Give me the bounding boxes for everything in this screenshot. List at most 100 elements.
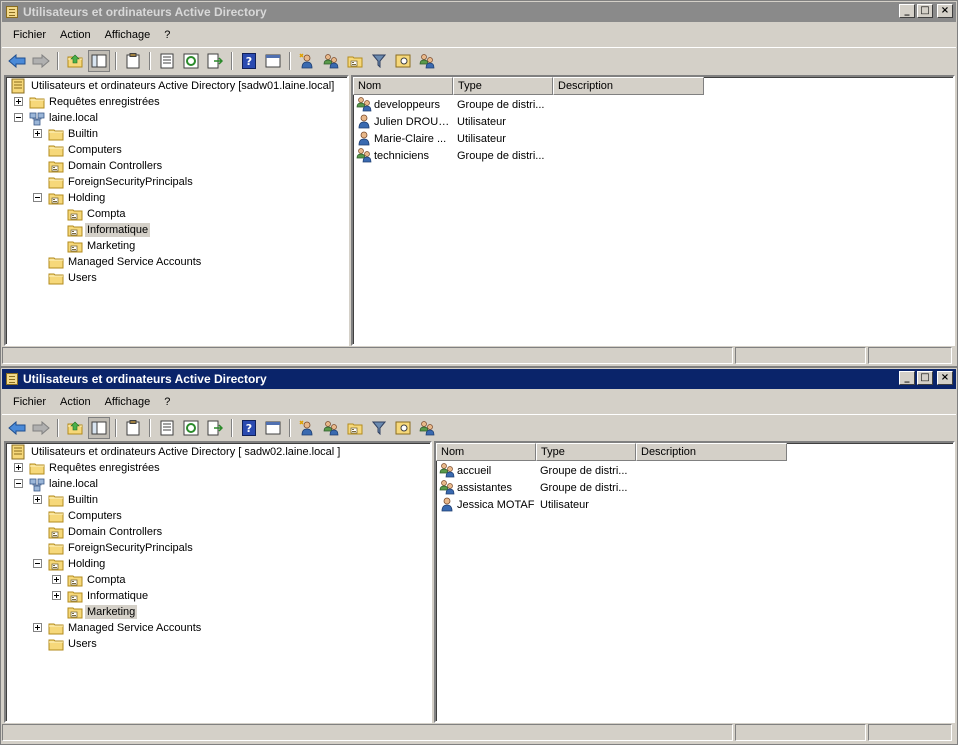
show-hide-tree-icon[interactable]: [88, 416, 110, 439]
tree-item-computers[interactable]: Computers: [8, 142, 347, 158]
list-item[interactable]: Julien DROUET Utilisateur: [353, 113, 953, 130]
column-header-nom[interactable]: Nom: [436, 443, 536, 461]
new-ou-icon[interactable]: [344, 50, 366, 72]
clipboard-icon[interactable]: [122, 417, 144, 439]
collapse-icon[interactable]: [14, 113, 23, 122]
tree-pane[interactable]: Utilisateurs et ordinateurs Active Direc…: [4, 75, 349, 346]
tree-item-msa[interactable]: Managed Service Accounts: [8, 254, 347, 270]
menu-action[interactable]: Action: [53, 29, 98, 41]
collapse-icon[interactable]: [14, 479, 23, 488]
expand-icon[interactable]: [33, 495, 42, 504]
tree-item-marketing[interactable]: Marketing: [8, 238, 347, 254]
tree-item-domain[interactable]: laine.local: [8, 476, 430, 492]
expand-icon[interactable]: [52, 591, 61, 600]
export-list-icon[interactable]: [204, 50, 226, 72]
filter-icon[interactable]: [368, 50, 390, 72]
up-level-icon[interactable]: [64, 50, 86, 72]
list-pane[interactable]: Nom Type Description developpeurs Groupe…: [351, 75, 955, 346]
tree-item-fsp[interactable]: ForeignSecurityPrincipals: [8, 174, 347, 190]
tree-item-users[interactable]: Users: [8, 270, 347, 286]
help-icon[interactable]: ?: [238, 50, 260, 72]
tree-item-saved-queries[interactable]: Requêtes enregistrées: [8, 94, 347, 110]
tree-root[interactable]: Utilisateurs et ordinateurs Active Direc…: [8, 78, 347, 94]
tree-item-builtin[interactable]: Builtin: [8, 492, 430, 508]
back-arrow-icon[interactable]: [6, 417, 28, 439]
column-header-description[interactable]: Description: [636, 443, 787, 461]
menu-fichier[interactable]: Fichier: [6, 29, 53, 41]
collapse-icon[interactable]: [33, 193, 42, 202]
column-header-type[interactable]: Type: [536, 443, 636, 461]
new-user-icon[interactable]: [296, 417, 318, 439]
add-to-group-icon[interactable]: [416, 50, 438, 72]
close-button[interactable]: ×: [937, 371, 953, 385]
help-icon[interactable]: ?: [238, 417, 260, 439]
collapse-icon[interactable]: [33, 559, 42, 568]
minimize-button[interactable]: _: [899, 371, 915, 385]
tree-item-holding[interactable]: Holding: [8, 190, 347, 206]
menu-help[interactable]: ?: [157, 396, 177, 408]
tree-item-msa[interactable]: Managed Service Accounts: [8, 620, 430, 636]
tree-item-fsp[interactable]: ForeignSecurityPrincipals: [8, 540, 430, 556]
expand-icon[interactable]: [33, 623, 42, 632]
expand-icon[interactable]: [14, 97, 23, 106]
list-item[interactable]: assistantes Groupe de distri...: [436, 479, 953, 496]
console-pane-icon[interactable]: [262, 50, 284, 72]
forward-arrow-icon[interactable]: [30, 417, 52, 439]
list-item[interactable]: accueil Groupe de distri...: [436, 462, 953, 479]
tree-pane[interactable]: Utilisateurs et ordinateurs Active Direc…: [4, 441, 432, 723]
menu-affichage[interactable]: Affichage: [98, 29, 158, 41]
tree-item-domain-controllers[interactable]: Domain Controllers: [8, 524, 430, 540]
list-item[interactable]: Marie-Claire ... Utilisateur: [353, 130, 953, 147]
menu-affichage[interactable]: Affichage: [98, 396, 158, 408]
list-pane[interactable]: Nom Type Description accueil Groupe de d…: [434, 441, 955, 723]
tree-item-marketing[interactable]: Marketing: [8, 604, 430, 620]
list-item[interactable]: Jessica MOTAF Utilisateur: [436, 496, 953, 513]
expand-icon[interactable]: [33, 129, 42, 138]
close-button[interactable]: ×: [937, 4, 953, 18]
tree-item-holding[interactable]: Holding: [8, 556, 430, 572]
properties-icon[interactable]: [156, 50, 178, 72]
console-pane-icon[interactable]: [262, 417, 284, 439]
tree-item-compta[interactable]: Compta: [8, 206, 347, 222]
expand-icon[interactable]: [52, 575, 61, 584]
column-header-type[interactable]: Type: [453, 77, 553, 95]
up-level-icon[interactable]: [64, 417, 86, 439]
tree-item-computers[interactable]: Computers: [8, 508, 430, 524]
tree-item-domain[interactable]: laine.local: [8, 110, 347, 126]
tree-item-users[interactable]: Users: [8, 636, 430, 652]
tree-item-domain-controllers[interactable]: Domain Controllers: [8, 158, 347, 174]
maximize-button[interactable]: □: [917, 371, 933, 385]
menu-fichier[interactable]: Fichier: [6, 396, 53, 408]
filter-icon[interactable]: [368, 417, 390, 439]
tree-item-builtin[interactable]: Builtin: [8, 126, 347, 142]
add-to-group-icon[interactable]: [416, 417, 438, 439]
menu-help[interactable]: ?: [157, 29, 177, 41]
back-arrow-icon[interactable]: [6, 50, 28, 72]
show-hide-tree-icon[interactable]: [88, 49, 110, 72]
tree-item-informatique[interactable]: Informatique: [8, 588, 430, 604]
tree-root[interactable]: Utilisateurs et ordinateurs Active Direc…: [8, 444, 430, 460]
new-ou-icon[interactable]: [344, 417, 366, 439]
export-list-icon[interactable]: [204, 417, 226, 439]
menu-action[interactable]: Action: [53, 396, 98, 408]
list-item[interactable]: techniciens Groupe de distri...: [353, 147, 953, 164]
title-bar[interactable]: Utilisateurs et ordinateurs Active Direc…: [2, 369, 956, 389]
new-group-icon[interactable]: [320, 50, 342, 72]
list-item[interactable]: developpeurs Groupe de distri...: [353, 96, 953, 113]
new-group-icon[interactable]: [320, 417, 342, 439]
title-bar[interactable]: Utilisateurs et ordinateurs Active Direc…: [2, 2, 956, 22]
column-header-nom[interactable]: Nom: [353, 77, 453, 95]
clipboard-icon[interactable]: [122, 50, 144, 72]
properties-icon[interactable]: [156, 417, 178, 439]
minimize-button[interactable]: _: [899, 4, 915, 18]
refresh-icon[interactable]: [180, 50, 202, 72]
tree-item-compta[interactable]: Compta: [8, 572, 430, 588]
expand-icon[interactable]: [14, 463, 23, 472]
new-user-icon[interactable]: [296, 50, 318, 72]
forward-arrow-icon[interactable]: [30, 50, 52, 72]
find-icon[interactable]: [392, 50, 414, 72]
refresh-icon[interactable]: [180, 417, 202, 439]
column-header-description[interactable]: Description: [553, 77, 704, 95]
tree-item-saved-queries[interactable]: Requêtes enregistrées: [8, 460, 430, 476]
maximize-button[interactable]: □: [917, 4, 933, 18]
